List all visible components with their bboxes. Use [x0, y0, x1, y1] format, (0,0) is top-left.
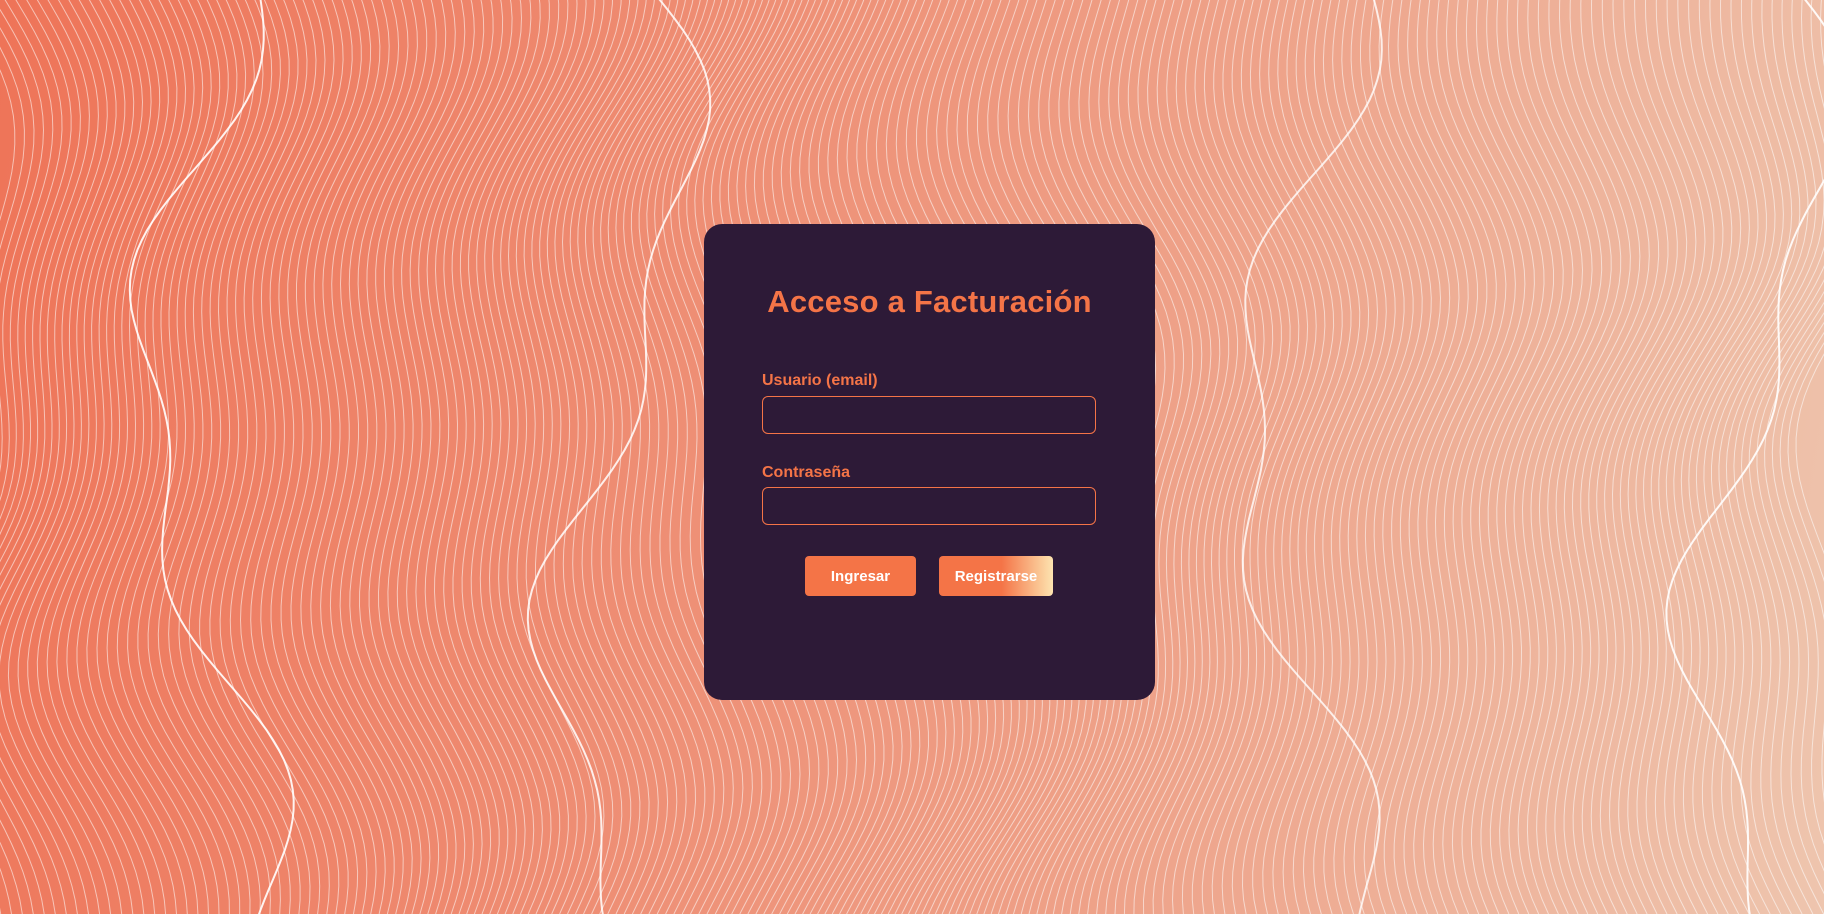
- password-label: Contraseña: [762, 464, 851, 481]
- register-button[interactable]: Registrarse: [939, 556, 1053, 596]
- login-button[interactable]: Ingresar: [805, 556, 916, 596]
- login-card: Acceso a Facturación Usuario (email) Con…: [704, 224, 1155, 700]
- email-field[interactable]: [762, 396, 1096, 434]
- email-label: Usuario (email): [762, 372, 878, 389]
- page-title: Acceso a Facturación: [767, 284, 1092, 319]
- password-field[interactable]: [762, 487, 1096, 525]
